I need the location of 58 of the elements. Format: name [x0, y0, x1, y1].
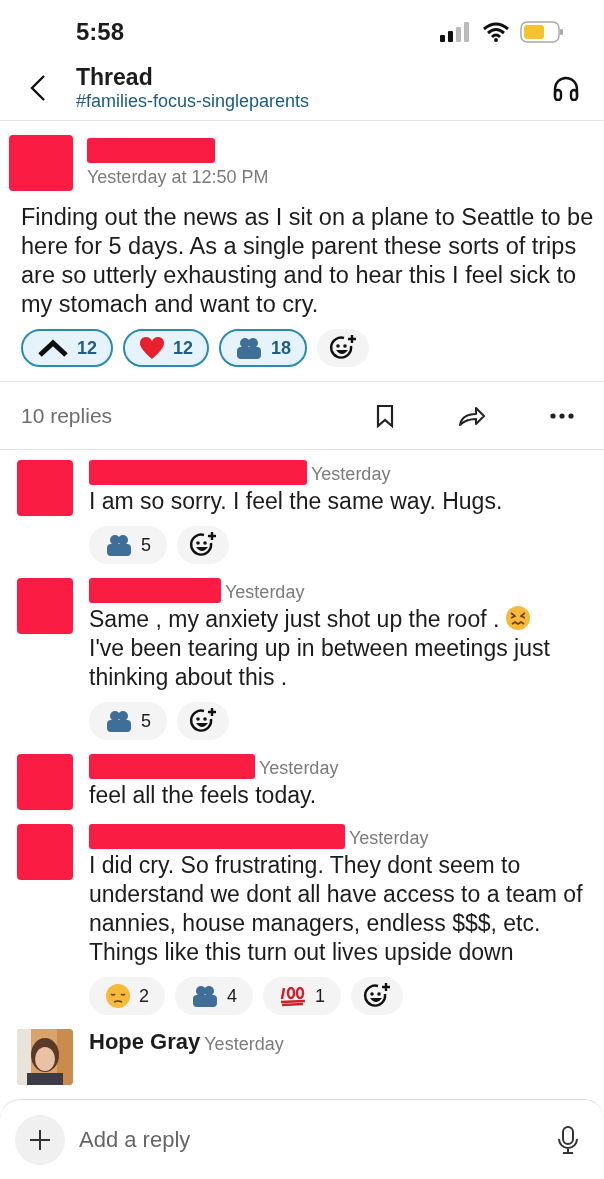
add-emoji-icon: [189, 531, 217, 559]
plus-icon: [29, 1128, 51, 1151]
headphones-icon[interactable]: [552, 74, 580, 101]
avatar: [17, 824, 73, 880]
message-text: I did cry. So frustrating. They dont seem to understand we dont all have access to a team of nannies, house managers, endless $$$, etc. Things like this turn out lives upside down: [89, 852, 583, 965]
reaction-pill[interactable]: 18: [219, 329, 308, 367]
channel-link[interactable]: #families-focus-singleparents: [76, 90, 552, 112]
people-icon: [105, 710, 133, 732]
people-icon: [105, 534, 133, 556]
add-reaction-button[interactable]: [351, 977, 404, 1015]
thread-title: Thread: [76, 63, 154, 91]
bookmark-icon[interactable]: [376, 403, 394, 428]
add-reaction-button[interactable]: [177, 702, 229, 740]
timestamp: Yesterday: [259, 758, 339, 779]
wifi-icon: [482, 21, 510, 42]
reaction-pill[interactable]: 5: [89, 526, 167, 564]
reaction-pill[interactable]: 5: [89, 702, 167, 740]
reaction-pill[interactable]: 12: [21, 329, 114, 367]
reaction-pill[interactable]: 4: [175, 977, 254, 1015]
more-icon[interactable]: [550, 412, 574, 419]
timestamp: Yesterday: [225, 582, 305, 603]
people-icon: [191, 985, 219, 1007]
message-text: Finding out the news as I sit on a plane to Seattle to be here for 5 days. As a single parent these sorts of trips are so utterly exhausting and to hear this I feel sick to my stomach and want to cry.: [21, 203, 594, 319]
message-text: I am so sorry. I feel the same way. Hugs.: [89, 488, 503, 514]
chevron-up-icon: [37, 338, 69, 358]
reaction-pill[interactable]: 2: [89, 977, 165, 1015]
avatar: [17, 460, 73, 516]
people-icon: [235, 337, 264, 359]
status-time: 5:58: [76, 17, 125, 46]
message-text: I've been tearing up in between meetings just thinking about this .: [89, 634, 551, 692]
add-emoji-icon: [189, 707, 217, 735]
add-emoji-icon: [329, 334, 358, 362]
avatar: [9, 135, 73, 191]
timestamp: Yesterday: [204, 1034, 284, 1055]
pensive-face-icon: [105, 983, 131, 1009]
back-button[interactable]: [30, 73, 46, 102]
battery-icon: [520, 20, 564, 43]
add-attachment-button[interactable]: [15, 1114, 65, 1165]
persevering-face-icon: [505, 605, 532, 631]
avatar: [17, 754, 73, 810]
reaction-pill[interactable]: 1: [263, 977, 342, 1015]
share-icon[interactable]: [458, 404, 486, 427]
timestamp: Yesterday: [311, 464, 391, 485]
avatar: [17, 578, 73, 634]
timestamp: Yesterday: [349, 828, 429, 849]
timestamp: Yesterday at 12:50 PM: [87, 167, 269, 188]
hundred-points-icon: [279, 985, 308, 1007]
heart-icon: [139, 336, 166, 360]
reply-count: 10 replies: [21, 403, 114, 428]
message-text: feel all the feels today.: [89, 782, 317, 808]
microphone-icon[interactable]: [558, 1125, 578, 1154]
add-reaction-button[interactable]: [317, 329, 370, 367]
add-emoji-icon: [363, 982, 392, 1010]
author-name: Hope Gray: [89, 1029, 201, 1055]
message-text: Same , my anxiety just shot up the roof .: [89, 606, 500, 632]
reaction-pill[interactable]: 12: [123, 329, 210, 367]
add-reaction-button[interactable]: [177, 526, 229, 564]
signal-icon: [440, 21, 472, 42]
